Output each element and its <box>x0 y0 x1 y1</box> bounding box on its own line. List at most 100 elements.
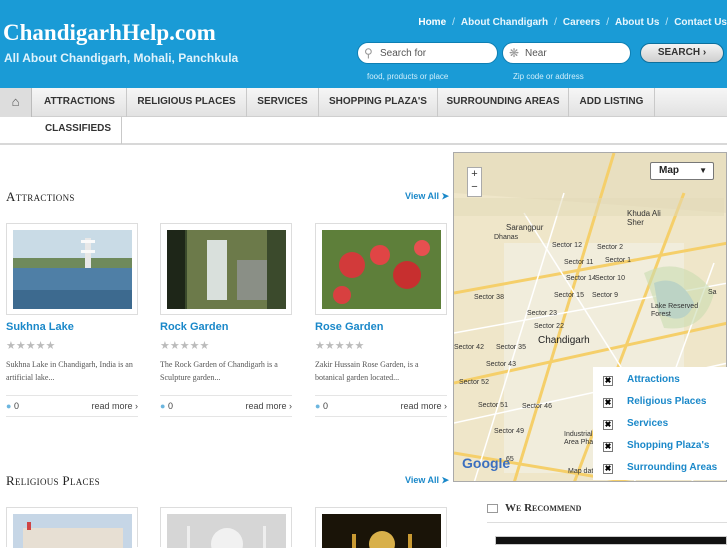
comment-count-value: 0 <box>322 401 328 411</box>
nav-home[interactable]: Home <box>418 17 446 28</box>
menu-services[interactable]: SERVICES <box>247 88 319 117</box>
attraction-card: Rose Garden ★★★★★ Zakir Hussain Rose Gar… <box>315 223 447 419</box>
legend-shopping-plazas[interactable]: ✖ Shopping Plaza's <box>603 440 709 452</box>
map-label: Sector 42 <box>454 344 484 351</box>
checkbox-icon[interactable]: ✖ <box>603 376 613 386</box>
recommended-image[interactable] <box>495 536 727 545</box>
attraction-description: Zakir Hussain Rose Garden, is a botanica… <box>315 360 419 382</box>
map-label: Sector 15 <box>554 292 584 299</box>
attraction-image-frame[interactable] <box>160 223 292 315</box>
map-label: Sector 1 <box>605 257 632 264</box>
map-label: Sector 12 <box>552 242 582 249</box>
menu-shopping-plazas[interactable]: SHOPPING PLAZA'S <box>319 88 438 117</box>
comment-icon: ● <box>160 401 166 411</box>
religious-card[interactable] <box>160 507 292 553</box>
legend-label: Shopping Plaza's <box>627 440 710 451</box>
menu-attractions[interactable]: ATTRACTIONS <box>33 88 127 117</box>
google-logo: Google <box>462 455 511 471</box>
nav-contact-us[interactable]: Contact Us <box>674 17 727 28</box>
nav-about-chandigarh[interactable]: About Chandigarh <box>461 17 548 28</box>
site-tagline: All About Chandigarh, Mohali, Panchkula <box>4 51 239 65</box>
map-label: Sector 51 <box>478 402 508 409</box>
religious-card[interactable] <box>315 507 447 553</box>
map-legend: ✖ Attractions ✖ Religious Places ✖ Services… <box>593 367 727 480</box>
card-footer: ● 0 read more › <box>6 395 138 417</box>
menu-religious-places[interactable]: RELIGIOUS PLACES <box>127 88 247 117</box>
religious-view-all-link[interactable]: View All ➤ <box>405 475 449 486</box>
read-more-label: read more <box>400 401 442 411</box>
zoom-in-icon[interactable]: + <box>468 168 481 181</box>
arrow-right-icon: ➤ <box>441 191 450 201</box>
menu-home[interactable]: ⌂ <box>0 88 32 117</box>
attraction-title[interactable]: Rock Garden <box>160 321 228 333</box>
search-button[interactable]: SEARCH › <box>640 43 724 63</box>
map-type-select[interactable]: Map ▼ <box>650 162 714 180</box>
chevron-right-icon: › <box>135 401 138 411</box>
checkbox-icon[interactable]: ✖ <box>603 398 613 408</box>
legend-label: Religious Places <box>627 396 707 407</box>
search-hint: food, products or place <box>367 72 449 81</box>
rating-stars[interactable]: ★★★★★ <box>6 339 55 352</box>
legend-religious-places[interactable]: ✖ Religious Places <box>603 396 706 408</box>
near-placeholder: Near <box>525 48 547 59</box>
menu-add-listing[interactable]: ADD LISTING <box>569 88 655 117</box>
read-more-link[interactable]: read more › <box>400 401 447 411</box>
map-label: Sector 14 <box>566 275 596 282</box>
religious-place-image <box>13 514 132 548</box>
rating-stars[interactable]: ★★★★★ <box>315 339 364 352</box>
site-header: ChandigarhHelp.com All About Chandigarh,… <box>0 0 727 88</box>
rose-garden-image <box>322 230 441 309</box>
map-label: Sector 43 <box>486 361 516 368</box>
comment-icon: ● <box>315 401 321 411</box>
attraction-image-frame[interactable] <box>6 223 138 315</box>
comment-count[interactable]: ● 0 <box>6 401 19 411</box>
map-label: Sector 52 <box>459 379 489 386</box>
attraction-title[interactable]: Sukhna Lake <box>6 321 74 333</box>
sukhna-lake-image <box>13 230 132 309</box>
chevron-right-icon: › <box>444 401 447 411</box>
near-hint: Zip code or address <box>513 72 584 81</box>
map-label: Lake Reserved Forest <box>651 303 699 318</box>
search-icon: ⚲ <box>364 46 373 60</box>
map-label: Sector 2 <box>597 244 624 251</box>
site-title[interactable]: ChandigarhHelp.com <box>3 20 216 46</box>
checkbox-icon[interactable]: ✖ <box>603 464 613 474</box>
home-icon: ⌂ <box>11 94 20 109</box>
read-more-link[interactable]: read more › <box>245 401 292 411</box>
map-zoom-control[interactable]: + − <box>467 167 482 197</box>
map-label: Sector 10 <box>595 275 625 282</box>
main-menu: ⌂ ATTRACTIONS RELIGIOUS PLACES SERVICES … <box>0 88 727 145</box>
rating-stars[interactable]: ★★★★★ <box>160 339 209 352</box>
comment-count-value: 0 <box>13 401 19 411</box>
nav-about-us[interactable]: About Us <box>615 17 659 28</box>
checkbox-icon[interactable]: ✖ <box>603 442 613 452</box>
search-input[interactable]: ⚲ Search for <box>357 42 498 64</box>
attraction-title[interactable]: Rose Garden <box>315 321 383 333</box>
near-input[interactable]: ❋ Near <box>502 42 631 64</box>
attraction-description: Sukhna Lake in Chandigarh, India is an a… <box>6 360 133 382</box>
attraction-image-frame[interactable] <box>315 223 447 315</box>
comment-count[interactable]: ● 0 <box>160 401 173 411</box>
menu-surrounding-areas[interactable]: SURROUNDING AREAS <box>438 88 569 117</box>
we-recommend-heading: We Recommend <box>505 502 582 514</box>
legend-label: Services <box>627 418 669 429</box>
religious-card[interactable] <box>6 507 138 548</box>
legend-surrounding-areas[interactable]: ✖ Surrounding Areas <box>603 462 717 474</box>
comment-count[interactable]: ● 0 <box>315 401 328 411</box>
nav-careers[interactable]: Careers <box>563 17 600 28</box>
map-label: Sarangpur <box>506 223 544 232</box>
attractions-view-all-link[interactable]: View All ➤ <box>405 191 449 202</box>
map-label: Sector 49 <box>494 428 524 435</box>
read-more-label: read more <box>245 401 287 411</box>
checkbox-icon[interactable]: ✖ <box>603 420 613 430</box>
zoom-out-icon[interactable]: − <box>468 181 481 194</box>
legend-attractions[interactable]: ✖ Attractions <box>603 374 680 386</box>
comment-icon: ● <box>6 401 12 411</box>
legend-services[interactable]: ✖ Services <box>603 418 668 430</box>
map-label: Sector 46 <box>522 403 552 410</box>
menu-classifieds[interactable]: CLASSIFIEDS <box>35 117 122 144</box>
religious-place-image <box>322 514 441 553</box>
chevron-right-icon: › <box>289 401 292 411</box>
read-more-link[interactable]: read more › <box>91 401 138 411</box>
search-button-label: SEARCH <box>657 47 701 58</box>
